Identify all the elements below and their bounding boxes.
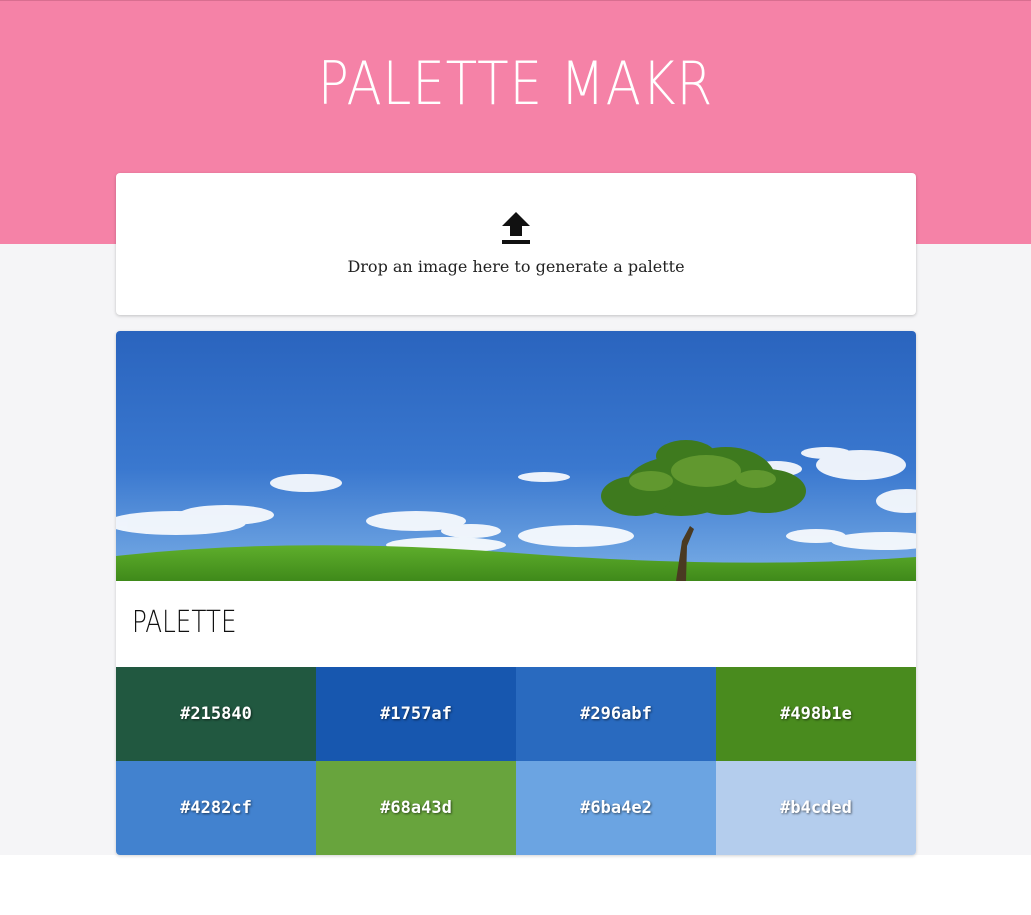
source-image	[116, 331, 916, 581]
color-swatch[interactable]: #215840	[116, 667, 316, 761]
image-dropzone[interactable]: Drop an image here to generate a palette	[116, 173, 916, 315]
palette-result-card: PALETTE #215840 #1757af #296abf #498b1e …	[116, 331, 916, 855]
swatch-hex-label: #6ba4e2	[580, 798, 652, 818]
color-swatch[interactable]: #296abf	[516, 667, 716, 761]
dropzone-instructions: Drop an image here to generate a palette	[347, 257, 685, 276]
color-swatch[interactable]: #1757af	[316, 667, 516, 761]
swatch-hex-label: #4282cf	[180, 798, 252, 818]
color-swatch[interactable]: #6ba4e2	[516, 761, 716, 855]
color-swatch[interactable]: #b4cded	[716, 761, 916, 855]
swatch-hex-label: #296abf	[580, 704, 652, 724]
palette-swatches: #215840 #1757af #296abf #498b1e #4282cf …	[116, 667, 916, 855]
color-swatch[interactable]: #68a43d	[316, 761, 516, 855]
color-swatch[interactable]: #4282cf	[116, 761, 316, 855]
swatch-hex-label: #b4cded	[780, 798, 852, 818]
upload-icon	[502, 212, 530, 244]
color-swatch[interactable]: #498b1e	[716, 667, 916, 761]
swatch-hex-label: #215840	[180, 704, 252, 724]
swatch-hex-label: #68a43d	[380, 798, 452, 818]
palette-heading: PALETTE	[132, 605, 237, 640]
swatch-hex-label: #498b1e	[780, 704, 852, 724]
swatch-hex-label: #1757af	[380, 704, 452, 724]
app-title: PALETTE MAKR	[317, 49, 714, 119]
